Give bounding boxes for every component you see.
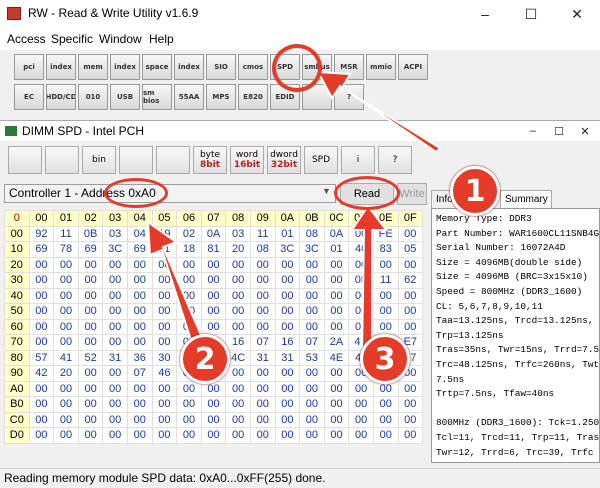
- read-highlight-ring: [334, 176, 400, 210]
- spd-highlight-ring: [272, 44, 322, 92]
- address-highlight-ring: [104, 178, 168, 208]
- arrow-to-spd: [316, 70, 442, 154]
- annotation-badge-3: 3: [360, 334, 410, 384]
- annotation-badge-2: 2: [180, 334, 230, 384]
- annotation-badge-1: 1: [450, 166, 500, 216]
- arrow-to-read: [350, 204, 388, 353]
